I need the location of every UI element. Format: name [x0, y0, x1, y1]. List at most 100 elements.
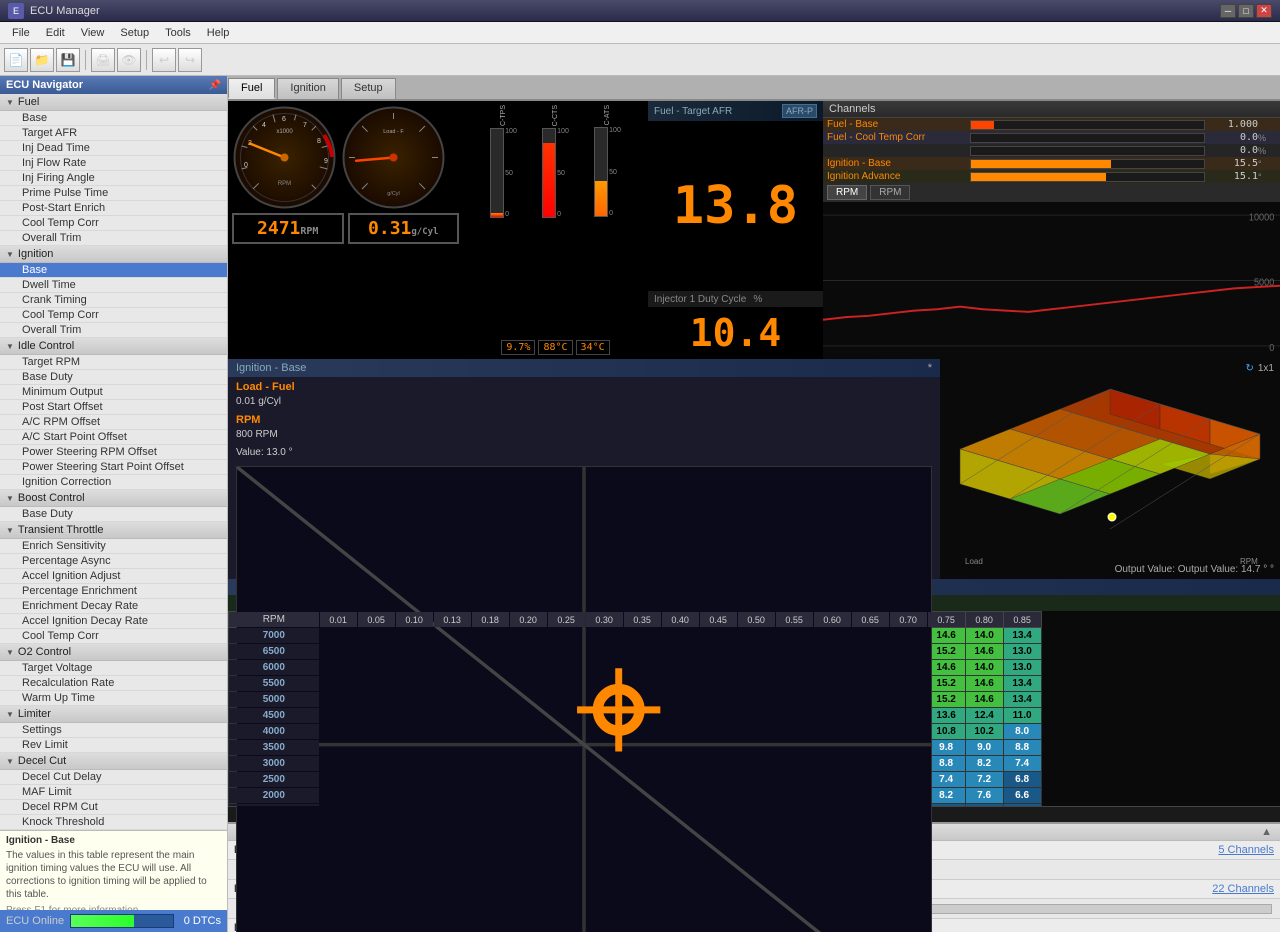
td-cell[interactable]: 13.0 — [1003, 644, 1041, 660]
td-cell[interactable]: 13.0 — [1003, 660, 1041, 676]
td-cell[interactable]: 15.2 — [927, 676, 965, 692]
nav-item-fuel-inj-flow-rate[interactable]: Inj Flow Rate — [0, 156, 227, 171]
nav-item-idle-min-output[interactable]: Minimum Output — [0, 385, 227, 400]
nav-item-tt-pct-enrich[interactable]: Percentage Enrichment — [0, 584, 227, 599]
nav-item-tt-accel-ign[interactable]: Accel Ignition Adjust — [0, 569, 227, 584]
nav-item-o2-target-voltage[interactable]: Target Voltage — [0, 661, 227, 676]
td-cell[interactable]: 8.8 — [927, 756, 965, 772]
td-cell[interactable]: 8.2 — [927, 788, 965, 804]
td-cell[interactable]: 14.6 — [927, 628, 965, 644]
nav-item-fuel-cool-temp-corr[interactable]: Cool Temp Corr — [0, 216, 227, 231]
td-cell[interactable]: 9.0 — [965, 740, 1003, 756]
nav-item-idle-ac-start[interactable]: A/C Start Point Offset — [0, 430, 227, 445]
td-cell[interactable]: 14.6 — [965, 692, 1003, 708]
nav-item-idle-ac-rpm[interactable]: A/C RPM Offset — [0, 415, 227, 430]
nav-group-fuel-header[interactable]: Fuel — [0, 94, 227, 111]
minimize-button[interactable]: ─ — [1220, 4, 1236, 18]
menu-file[interactable]: File — [4, 25, 38, 41]
tab-ignition[interactable]: Ignition — [277, 78, 338, 99]
nav-item-fuel-target-afr[interactable]: Target AFR — [0, 126, 227, 141]
rpm-chart-tab-1[interactable]: RPM — [827, 185, 867, 200]
td-cell[interactable]: 14.0 — [965, 660, 1003, 676]
nav-item-idle-ign-corr[interactable]: Ignition Correction — [0, 475, 227, 490]
nav-item-ignition-crank-timing[interactable]: Crank Timing — [0, 293, 227, 308]
dm-pc-channels[interactable]: 22 Channels — [1212, 883, 1274, 895]
nav-item-decel-delay[interactable]: Decel Cut Delay — [0, 770, 227, 785]
nav-item-fuel-post-start[interactable]: Post-Start Enrich — [0, 201, 227, 216]
nav-item-limiter-rev-limit[interactable]: Rev Limit — [0, 738, 227, 753]
td-cell[interactable]: 15.2 — [927, 692, 965, 708]
td-cell[interactable]: 8.2 — [965, 756, 1003, 772]
td-cell[interactable]: 10.8 — [927, 724, 965, 740]
nav-item-ignition-cool-temp-corr[interactable]: Cool Temp Corr — [0, 308, 227, 323]
menu-help[interactable]: Help — [199, 25, 238, 41]
td-cell[interactable]: 9.8 — [927, 740, 965, 756]
surface-refresh-icon[interactable]: ↻ — [1245, 363, 1253, 374]
close-button[interactable]: ✕ — [1256, 4, 1272, 18]
nav-item-idle-ps-start[interactable]: Power Steering Start Point Offset — [0, 460, 227, 475]
td-cell[interactable]: 13.4 — [1003, 628, 1041, 644]
nav-item-decel-maf[interactable]: MAF Limit — [0, 785, 227, 800]
td-cell[interactable]: 7.2 — [965, 772, 1003, 788]
nav-item-decel-knock[interactable]: Knock Threshold — [0, 815, 227, 830]
nav-item-idle-target-rpm[interactable]: Target RPM — [0, 355, 227, 370]
nav-group-transient-header[interactable]: Transient Throttle — [0, 522, 227, 539]
nav-item-decel-rpm-cut[interactable]: Decel RPM Cut — [0, 800, 227, 815]
nav-item-tt-enrich-decay[interactable]: Enrichment Decay Rate — [0, 599, 227, 614]
print-button[interactable]: 🖨 — [91, 48, 115, 72]
nav-item-fuel-inj-dead-time[interactable]: Inj Dead Time — [0, 141, 227, 156]
nav-item-fuel-inj-firing-angle[interactable]: Inj Firing Angle — [0, 171, 227, 186]
td-cell[interactable]: 13.4 — [1003, 692, 1041, 708]
nav-item-fuel-prime-pulse[interactable]: Prime Pulse Time — [0, 186, 227, 201]
nav-item-idle-post-start[interactable]: Post Start Offset — [0, 400, 227, 415]
td-cell[interactable]: 14.6 — [965, 676, 1003, 692]
td-cell[interactable]: 13.6 — [927, 708, 965, 724]
td-cell[interactable]: 15.2 — [927, 644, 965, 660]
maximize-button[interactable]: □ — [1238, 4, 1254, 18]
td-cell[interactable]: 7.4 — [927, 772, 965, 788]
td-cell[interactable]: 6.6 — [1003, 788, 1041, 804]
save-button[interactable]: 💾 — [56, 48, 80, 72]
open-button[interactable]: 📁 — [30, 48, 54, 72]
td-cell[interactable]: 13.4 — [1003, 676, 1041, 692]
menu-setup[interactable]: Setup — [112, 25, 157, 41]
nav-item-tt-pct-async[interactable]: Percentage Async — [0, 554, 227, 569]
nav-item-fuel-overall-trim[interactable]: Overall Trim — [0, 231, 227, 246]
nav-item-o2-warmup[interactable]: Warm Up Time — [0, 691, 227, 706]
preview-button[interactable]: 👁 — [117, 48, 141, 72]
nav-item-boost-base-duty[interactable]: Base Duty — [0, 507, 227, 522]
nav-item-idle-ps-rpm[interactable]: Power Steering RPM Offset — [0, 445, 227, 460]
undo-button[interactable]: ↩ — [152, 48, 176, 72]
nav-group-decel-header[interactable]: Decel Cut — [0, 753, 227, 770]
td-cell[interactable]: 14.6 — [965, 644, 1003, 660]
nav-item-ignition-overall-trim[interactable]: Overall Trim — [0, 323, 227, 338]
nav-item-idle-base-duty[interactable]: Base Duty — [0, 370, 227, 385]
td-cell[interactable]: 7.6 — [965, 788, 1003, 804]
td-cell[interactable]: 14.0 — [965, 628, 1003, 644]
nav-group-idle-header[interactable]: Idle Control — [0, 338, 227, 355]
nav-group-boost-header[interactable]: Boost Control — [0, 490, 227, 507]
menu-edit[interactable]: Edit — [38, 25, 73, 41]
menu-tools[interactable]: Tools — [157, 25, 199, 41]
nav-item-limiter-settings[interactable]: Settings — [0, 723, 227, 738]
nav-item-tt-cool-temp[interactable]: Cool Temp Corr — [0, 629, 227, 644]
nav-group-limiter-header[interactable]: Limiter — [0, 706, 227, 723]
nav-item-ignition-base[interactable]: Base — [0, 263, 227, 278]
tab-setup[interactable]: Setup — [341, 78, 396, 99]
nav-item-fuel-base[interactable]: Base — [0, 111, 227, 126]
td-cell[interactable]: 8.0 — [1003, 724, 1041, 740]
td-cell[interactable]: 10.2 — [965, 724, 1003, 740]
nav-item-ignition-dwell-time[interactable]: Dwell Time — [0, 278, 227, 293]
tab-fuel[interactable]: Fuel — [228, 78, 275, 99]
nav-group-ignition-header[interactable]: Ignition — [0, 246, 227, 263]
nav-item-tt-accel-ign-decay[interactable]: Accel Ignition Decay Rate — [0, 614, 227, 629]
nav-item-o2-recalc-rate[interactable]: Recalculation Rate — [0, 676, 227, 691]
td-cell[interactable]: 7.4 — [1003, 756, 1041, 772]
td-cell[interactable]: 6.8 — [1003, 772, 1041, 788]
dm-expand-icon[interactable]: ▲ — [1261, 826, 1272, 838]
ign-panel-marker[interactable]: * — [928, 362, 932, 374]
td-cell[interactable]: 8.8 — [1003, 740, 1041, 756]
new-button[interactable]: 📄 — [4, 48, 28, 72]
redo-button[interactable]: ↪ — [178, 48, 202, 72]
td-cell[interactable]: 11.0 — [1003, 708, 1041, 724]
